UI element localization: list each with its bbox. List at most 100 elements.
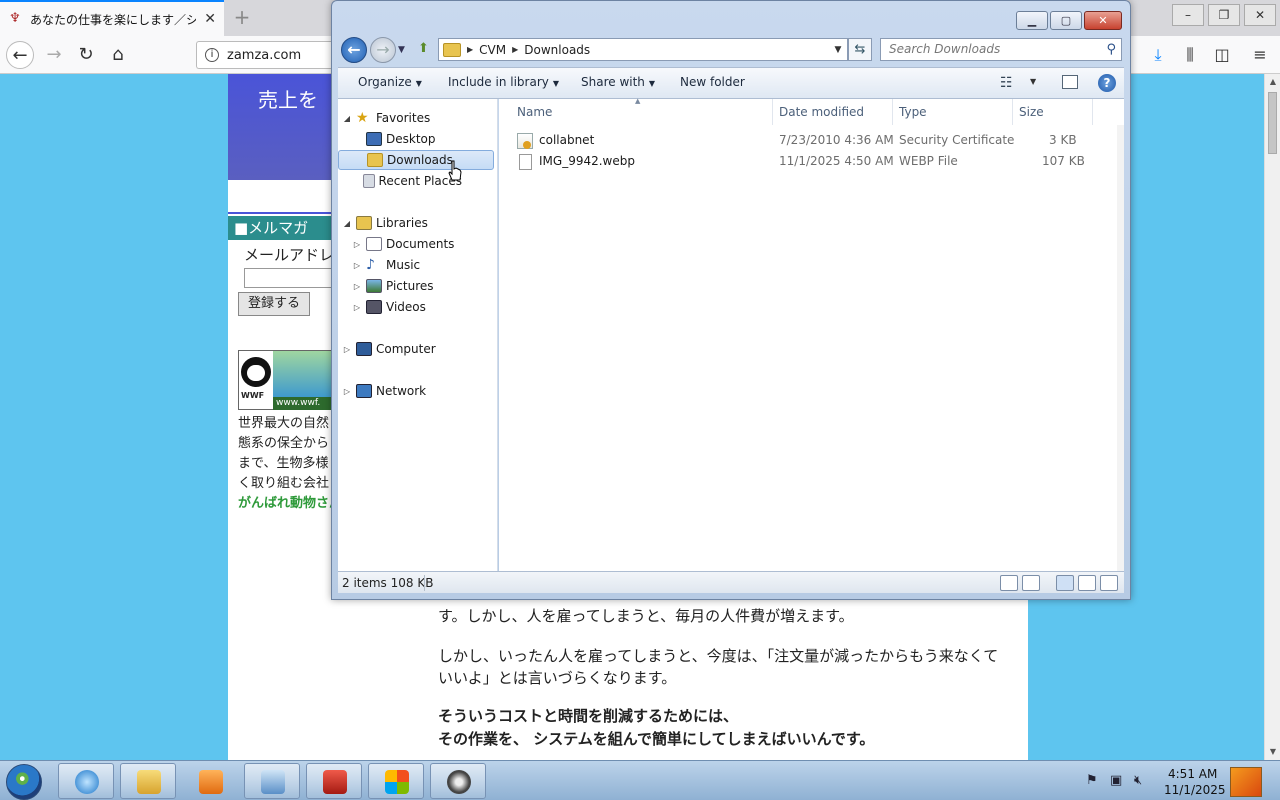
browser-forward-button[interactable]: → [40,41,68,69]
show-desktop-button[interactable] [1230,767,1262,797]
explorer-back-button[interactable]: ← [341,37,367,63]
taskbar-media-button[interactable] [182,763,238,799]
include-in-library-button[interactable]: Include in library ▼ [448,75,559,89]
home-button[interactable]: ⌂ [104,41,132,69]
preview-pane-icon[interactable] [1062,75,1078,89]
action-center-flag-icon[interactable]: ⚑ [1086,773,1098,788]
address-bar[interactable]: ▶ CVM ▶ Downloads ▼ [438,38,848,61]
tab-close-icon[interactable]: ✕ [204,11,216,27]
body-paragraph: す。しかし、人を雇ってしまうと、毎月の人件費が増えます。 [438,607,854,625]
nav-favorites[interactable]: ◢ ★ Favorites [342,108,430,128]
scroll-thumb[interactable] [1268,92,1277,154]
breadcrumb-separator-icon[interactable]: ▶ [512,45,518,54]
organize-button[interactable]: Organize ▼ [358,75,422,89]
browser-back-button[interactable]: ← [6,41,34,69]
breadcrumb-separator-icon[interactable]: ▶ [467,45,473,54]
file-row[interactable]: collabnet 7/23/2010 4:36 AM Security Cer… [499,131,1099,151]
explorer-minimize-button[interactable]: ▁ [1016,11,1048,30]
scroll-down-icon[interactable]: ▼ [1265,744,1280,760]
expand-arrow-icon[interactable]: ◢ [342,114,352,123]
side-text-line: 世界最大の自然 [238,416,330,431]
preview-pane-toggle-icon[interactable] [1100,575,1118,591]
browser-tab[interactable]: ♆ あなたの仕事を楽にします／シ ✕ [0,0,224,36]
collapsed-arrow-icon[interactable]: ▷ [352,303,362,312]
large-icons-view-icon[interactable] [1022,575,1040,591]
taskbar-raccoon-button[interactable] [430,763,486,799]
email-field[interactable] [244,268,334,288]
nav-videos[interactable]: ▷ Videos [352,297,426,317]
browser-restore-button[interactable]: ❐ [1208,4,1240,26]
network-tray-icon[interactable]: ▣ [1110,773,1122,788]
new-folder-button[interactable]: New folder [680,75,745,89]
scroll-up-icon[interactable]: ▲ [1265,74,1280,90]
page-banner[interactable]: 売上を [228,74,332,180]
explorer-maximize-button[interactable]: ▢ [1050,11,1082,30]
download-icon[interactable]: ⤓ [1148,45,1168,65]
volume-muted-icon[interactable]: 🔇︎ [1134,773,1142,788]
clock-date[interactable]: 11/1/2025 [1164,783,1226,797]
help-icon[interactable]: ? [1098,74,1116,92]
view-dropdown-icon[interactable]: ▼ [1030,77,1036,86]
column-type[interactable]: Type [893,99,1013,125]
search-icon[interactable]: ⚲ [1106,39,1116,60]
column-name[interactable]: Name [511,99,773,125]
collapsed-arrow-icon[interactable]: ▷ [352,261,362,270]
nav-pictures[interactable]: ▷ Pictures [352,276,434,296]
collapsed-arrow-icon[interactable]: ▷ [352,282,362,291]
explorer-forward-button[interactable]: → [370,37,396,63]
recent-pages-dropdown-icon[interactable]: ▼ [398,45,405,55]
library-icon[interactable]: ⫼ [1180,45,1200,65]
refresh-button[interactable]: ⇆ [848,38,872,61]
breadcrumb-cvm[interactable]: CVM [479,43,506,57]
nav-documents[interactable]: ▷ Documents [352,234,454,254]
page-scrollbar[interactable]: ▲ ▼ [1264,74,1280,760]
nav-label: Videos [386,300,426,314]
nav-libraries[interactable]: ◢ Libraries [342,213,428,233]
taskbar-toolbox-button[interactable] [306,763,362,799]
share-with-button[interactable]: Share with ▼ [581,75,655,89]
file-list-scrollbar[interactable] [1117,125,1124,571]
nav-computer[interactable]: ▷ Computer [342,339,436,359]
nav-recent-places[interactable]: Recent Places [352,171,462,191]
up-folder-icon[interactable]: ⬆ [418,41,429,56]
menu-icon[interactable]: ≡ [1250,45,1270,65]
wwf-banner[interactable]: WWF www.wwf. [238,350,333,410]
column-date-modified[interactable]: Date modified [773,99,893,125]
collapsed-arrow-icon[interactable]: ▷ [352,240,362,249]
file-row[interactable]: IMG_9942.webp 11/1/2025 4:50 AM WEBP Fil… [499,152,1099,172]
site-info-icon[interactable]: i [205,48,219,62]
layout-icon[interactable] [1056,575,1074,591]
reload-button[interactable]: ↻ [72,41,100,69]
toolbox-icon [323,770,347,794]
start-button[interactable] [6,764,42,800]
search-input[interactable]: Search Downloads ⚲ [880,38,1122,61]
taskbar-explorer-button[interactable] [120,763,176,799]
breadcrumb-downloads[interactable]: Downloads [524,43,590,57]
wwf-label: WWF [241,391,265,400]
nav-music[interactable]: ▷ ♪ Music [352,255,420,275]
change-view-icon[interactable]: ☷ [1000,75,1013,91]
address-dropdown-icon[interactable]: ▼ [829,45,847,55]
nav-network[interactable]: ▷ Network [342,381,426,401]
taskbar-control-panel-button[interactable] [244,763,300,799]
new-tab-button[interactable]: + [230,6,254,30]
certificate-file-icon [517,133,533,149]
explorer-close-button[interactable]: ✕ [1084,11,1122,30]
collapsed-arrow-icon[interactable]: ▷ [342,345,352,354]
browser-minimize-button[interactable]: – [1172,4,1204,26]
sidebar-icon[interactable]: ◫ [1212,45,1232,65]
browser-close-button[interactable]: ✕ [1244,4,1276,26]
taskbar-windows-button[interactable] [368,763,424,799]
expand-arrow-icon[interactable]: ◢ [342,219,352,228]
taskbar-ie-button[interactable] [58,763,114,799]
column-size[interactable]: Size [1013,99,1093,125]
url-bar[interactable]: i zamza.com [196,41,336,69]
details-pane-icon[interactable] [1078,575,1096,591]
register-button[interactable]: 登録する [238,292,310,316]
nav-desktop[interactable]: Desktop [352,129,436,149]
details-view-icon[interactable] [1000,575,1018,591]
side-link[interactable]: がんばれ動物さん [238,492,342,511]
clock-time[interactable]: 4:51 AM [1168,767,1217,781]
nav-downloads[interactable]: Downloads [338,150,494,170]
collapsed-arrow-icon[interactable]: ▷ [342,387,352,396]
